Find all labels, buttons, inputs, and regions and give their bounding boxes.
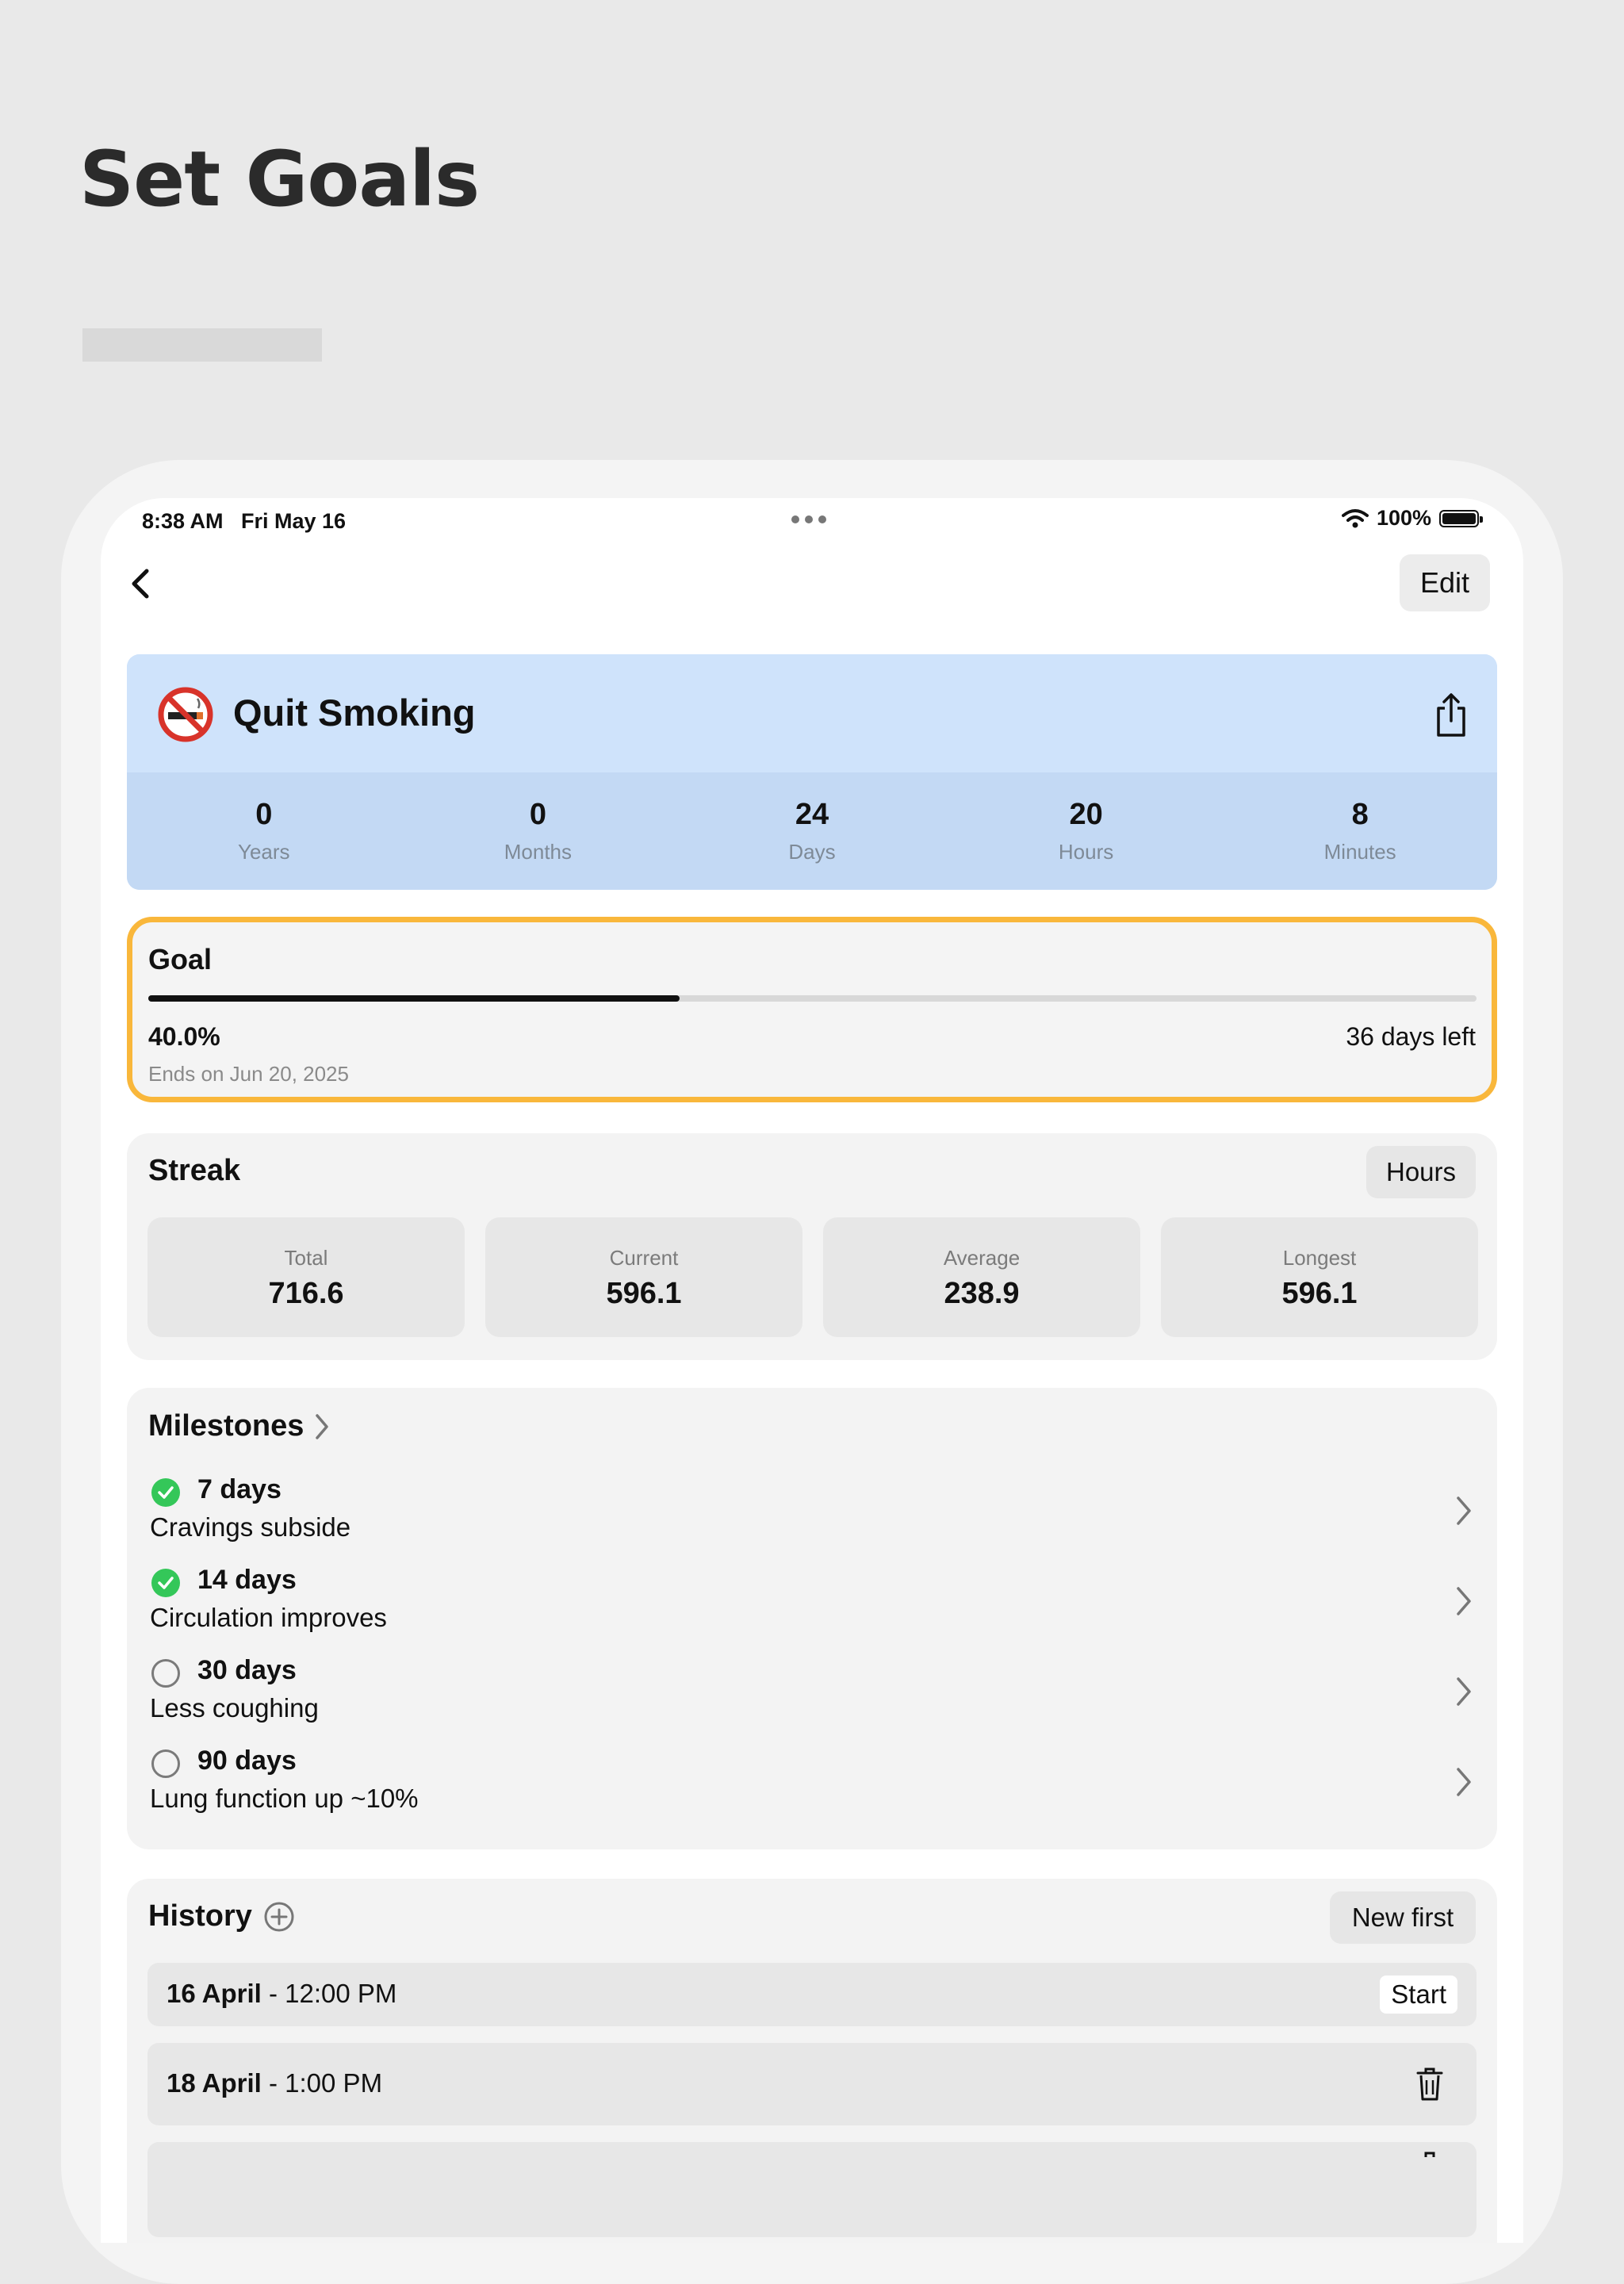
milestone-description: Circulation improves [150, 1603, 387, 1632]
milestone-description: Less coughing [150, 1693, 319, 1723]
streak-total: Total 716.6 [147, 1217, 465, 1337]
milestone-item[interactable]: 90 days Lung function up ~10% [127, 1742, 1497, 1822]
milestone-days: 7 days [197, 1474, 282, 1504]
empty-circle-icon [151, 1749, 180, 1778]
streak-label: Longest [1282, 1246, 1357, 1270]
history-card: History New first 16 April - 12:00 PM St… [127, 1879, 1497, 2243]
stat-value: 0 [529, 798, 546, 831]
goal-days-left: 36 days left [1346, 1022, 1476, 1051]
stat-label: Hours [1058, 840, 1114, 864]
streak-card: Streak Hours Total 716.6 Current 596.1 A… [127, 1133, 1497, 1360]
milestone-days: 14 days [197, 1565, 297, 1595]
stat-value: 0 [255, 798, 273, 831]
chevron-right-icon [1457, 1496, 1471, 1525]
goal-percent: 40.0% [148, 1022, 220, 1051]
goal-end-date: Ends on Jun 20, 2025 [148, 1062, 349, 1086]
milestone-item[interactable]: 30 days Less coughing [127, 1652, 1497, 1731]
trash-icon[interactable] [1415, 2150, 1445, 2186]
trash-icon[interactable] [1415, 2066, 1445, 2102]
habit-title: Quit Smoking [233, 692, 476, 734]
checkmark-circle-icon [151, 1569, 180, 1597]
stat-months: 0 Months [401, 772, 676, 890]
goal-progress-bar [148, 995, 1477, 1002]
milestone-days: 30 days [197, 1655, 297, 1685]
history-row[interactable]: 16 April - 12:00 PM Start [147, 1963, 1477, 2026]
milestone-item[interactable]: 7 days Cravings subside [127, 1471, 1497, 1550]
status-time: 8:38 AM [142, 509, 224, 533]
add-circle-icon[interactable] [263, 1901, 295, 1933]
checkmark-circle-icon [151, 1478, 180, 1507]
stat-value: 24 [795, 798, 829, 831]
history-entry-text: 16 April - 12:00 PM [167, 1979, 396, 2009]
stat-days: 24 Days [675, 772, 949, 890]
elapsed-time-stats: 0 Years 0 Months 24 Days 20 Hours 8 Minu… [127, 772, 1497, 890]
multitasking-dots-icon[interactable] [791, 515, 826, 523]
streak-label: Current [609, 1246, 679, 1270]
chevron-right-icon [1457, 1587, 1471, 1615]
streak-label: Average [943, 1246, 1021, 1270]
stat-label: Days [788, 840, 836, 864]
streak-value: 716.6 [268, 1277, 344, 1310]
streak-value: 238.9 [944, 1277, 1020, 1310]
streak-value: 596.1 [606, 1277, 682, 1310]
milestone-days: 90 days [197, 1746, 297, 1776]
history-row[interactable]: 18 April - 1:00 PM [147, 2043, 1477, 2125]
history-time: - 1:00 PM [269, 2068, 383, 2098]
page-title: Set Goals [79, 135, 480, 224]
goal-title: Goal [148, 943, 213, 975]
start-badge: Start [1380, 1976, 1457, 2014]
no-smoking-icon [158, 687, 213, 742]
history-date: 18 April [167, 2068, 262, 2098]
history-row[interactable] [147, 2142, 1477, 2237]
subtitle-placeholder [82, 328, 322, 362]
stat-label: Minutes [1323, 840, 1396, 864]
app-screen: 8:38 AM Fri May 16 100% Edit Quit Smokin… [101, 498, 1523, 2243]
chevron-right-icon [1457, 1768, 1471, 1796]
streak-label: Total [284, 1246, 328, 1270]
streak-current: Current 596.1 [485, 1217, 802, 1337]
status-indicators: 100% [1341, 506, 1483, 531]
milestone-description: Lung function up ~10% [150, 1784, 419, 1813]
back-chevron-icon[interactable] [120, 561, 164, 606]
stat-years: 0 Years [127, 772, 401, 890]
stat-value: 8 [1351, 798, 1369, 831]
history-entry-text: 18 April - 1:00 PM [167, 2068, 382, 2098]
chevron-right-icon [1457, 1677, 1471, 1706]
empty-circle-icon [151, 1659, 180, 1688]
streak-average: Average 238.9 [823, 1217, 1140, 1337]
battery-percent: 100% [1376, 506, 1431, 530]
wifi-icon [1341, 508, 1369, 527]
milestones-card: Milestones 7 days Cravings subside 14 da… [127, 1388, 1497, 1849]
streak-value: 596.1 [1281, 1277, 1358, 1310]
status-date: Fri May 16 [241, 509, 347, 533]
streak-title: Streak [148, 1154, 241, 1187]
milestones-title: Milestones [148, 1409, 304, 1443]
milestone-description: Cravings subside [150, 1512, 351, 1542]
stat-value: 20 [1069, 798, 1103, 831]
history-date: 16 April [167, 1979, 262, 2008]
stat-label: Years [238, 840, 290, 864]
goal-progress-fill [148, 995, 680, 1002]
streak-unit-button[interactable]: Hours [1366, 1146, 1476, 1198]
goal-card[interactable]: Goal 40.0% 36 days left Ends on Jun 20, … [127, 917, 1497, 1102]
chevron-right-icon [316, 1413, 329, 1439]
stat-hours: 20 Hours [949, 772, 1224, 890]
milestones-header-link[interactable]: Milestones [148, 1409, 331, 1443]
stat-minutes: 8 Minutes [1223, 772, 1497, 890]
streak-longest: Longest 596.1 [1161, 1217, 1478, 1337]
edit-button[interactable]: Edit [1400, 554, 1490, 611]
history-sort-button[interactable]: New first [1330, 1891, 1476, 1944]
habit-header-card: Quit Smoking 0 Years 0 Months 24 Days 20 [127, 654, 1497, 890]
history-time: - 12:00 PM [269, 1979, 397, 2008]
milestone-item[interactable]: 14 days Circulation improves [127, 1562, 1497, 1641]
stat-label: Months [504, 840, 573, 864]
share-icon[interactable] [1431, 691, 1472, 738]
battery-icon [1439, 509, 1483, 527]
history-title: History [148, 1899, 252, 1933]
